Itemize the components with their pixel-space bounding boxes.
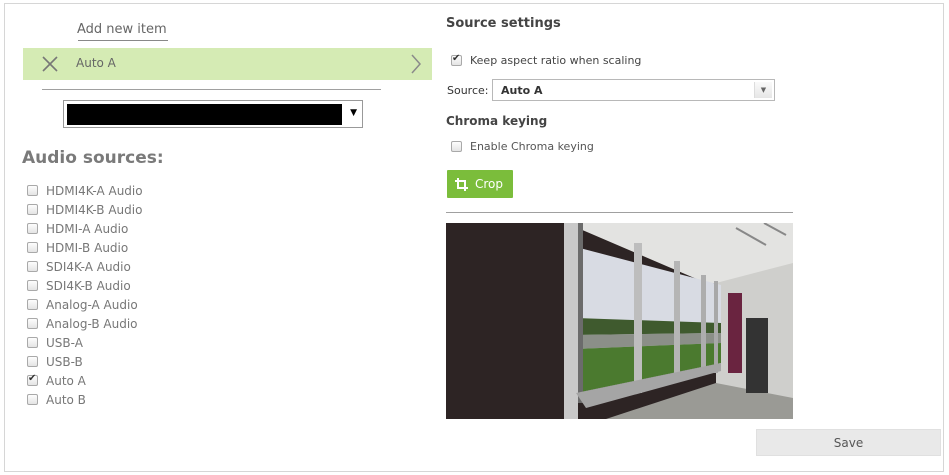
- crop-icon: [455, 177, 468, 191]
- office-window-photo: [446, 223, 793, 419]
- chevron-down-icon[interactable]: ▼: [754, 82, 772, 98]
- keep-aspect-checkbox[interactable]: [451, 53, 462, 66]
- audio-source-label: Auto A: [46, 373, 86, 388]
- enable-chroma-label: Enable Chroma keying: [470, 140, 594, 153]
- audio-checkbox[interactable]: [27, 394, 38, 405]
- audio-checkbox[interactable]: [27, 299, 38, 310]
- layout-item-label: Auto A: [76, 56, 116, 70]
- add-new-item-underline: [78, 40, 168, 41]
- audio-source-item[interactable]: Auto A: [27, 371, 143, 390]
- audio-source-label: SDI4K-B Audio: [46, 278, 131, 293]
- audio-source-item[interactable]: HDMI4K-A Audio: [27, 181, 143, 200]
- crop-button[interactable]: Crop: [447, 170, 513, 198]
- audio-source-item[interactable]: USB-A: [27, 333, 143, 352]
- audio-checkbox[interactable]: [27, 223, 38, 234]
- source-field-label: Source:: [447, 84, 489, 97]
- crop-label: Crop: [475, 177, 504, 191]
- chevron-right-icon[interactable]: [410, 53, 422, 75]
- divider: [42, 89, 381, 90]
- dropdown-value-redacted: [67, 104, 342, 125]
- audio-sources-list: HDMI4K-A Audio HDMI4K-B Audio HDMI-A Aud…: [27, 181, 143, 409]
- source-preview-image: [446, 223, 793, 419]
- audio-source-label: Analog-B Audio: [46, 316, 138, 331]
- audio-source-label: USB-B: [46, 354, 83, 369]
- audio-checkbox[interactable]: [27, 242, 38, 253]
- audio-source-label: HDMI-B Audio: [46, 240, 129, 255]
- audio-source-item[interactable]: HDMI4K-B Audio: [27, 200, 143, 219]
- audio-checkbox[interactable]: [27, 318, 38, 329]
- audio-source-item[interactable]: Analog-B Audio: [27, 314, 143, 333]
- dropdown-arrow-icon: ▼: [350, 108, 357, 118]
- audio-source-item[interactable]: Auto B: [27, 390, 143, 409]
- audio-source-label: SDI4K-A Audio: [46, 259, 131, 274]
- keep-aspect-option[interactable]: Keep aspect ratio when scaling: [451, 53, 642, 67]
- audio-source-label: Analog-A Audio: [46, 297, 138, 312]
- audio-source-item[interactable]: Analog-A Audio: [27, 295, 143, 314]
- divider: [446, 212, 793, 213]
- audio-source-label: HDMI4K-B Audio: [46, 202, 143, 217]
- add-new-item-link[interactable]: Add new item: [77, 22, 167, 37]
- audio-source-label: USB-A: [46, 335, 83, 350]
- save-button[interactable]: Save: [756, 429, 941, 456]
- audio-source-item[interactable]: SDI4K-B Audio: [27, 276, 143, 295]
- audio-checkbox[interactable]: [27, 337, 38, 348]
- audio-checkbox[interactable]: [27, 373, 38, 386]
- audio-sources-heading: Audio sources:: [22, 148, 164, 168]
- audio-source-label: HDMI4K-A Audio: [46, 183, 143, 198]
- audio-checkbox[interactable]: [27, 280, 38, 291]
- layout-dropdown[interactable]: ▼: [63, 100, 363, 128]
- audio-checkbox[interactable]: [27, 356, 38, 367]
- enable-chroma-option[interactable]: Enable Chroma keying: [451, 140, 594, 153]
- keep-aspect-label: Keep aspect ratio when scaling: [470, 54, 642, 67]
- layout-list-item-selected[interactable]: Auto A: [23, 48, 432, 80]
- source-select-value: Auto A: [501, 84, 543, 97]
- audio-checkbox[interactable]: [27, 204, 38, 215]
- audio-source-item[interactable]: HDMI-B Audio: [27, 238, 143, 257]
- audio-source-label: HDMI-A Audio: [46, 221, 129, 236]
- audio-checkbox[interactable]: [27, 261, 38, 272]
- delete-x-icon[interactable]: [41, 55, 59, 73]
- audio-source-label: Auto B: [46, 392, 86, 407]
- audio-checkbox[interactable]: [27, 185, 38, 196]
- audio-source-item[interactable]: SDI4K-A Audio: [27, 257, 143, 276]
- audio-source-item[interactable]: HDMI-A Audio: [27, 219, 143, 238]
- audio-source-item[interactable]: USB-B: [27, 352, 143, 371]
- source-settings-heading: Source settings: [446, 16, 561, 31]
- source-select[interactable]: Auto A ▼: [492, 79, 775, 101]
- chroma-keying-heading: Chroma keying: [446, 114, 548, 128]
- enable-chroma-checkbox[interactable]: [451, 141, 462, 152]
